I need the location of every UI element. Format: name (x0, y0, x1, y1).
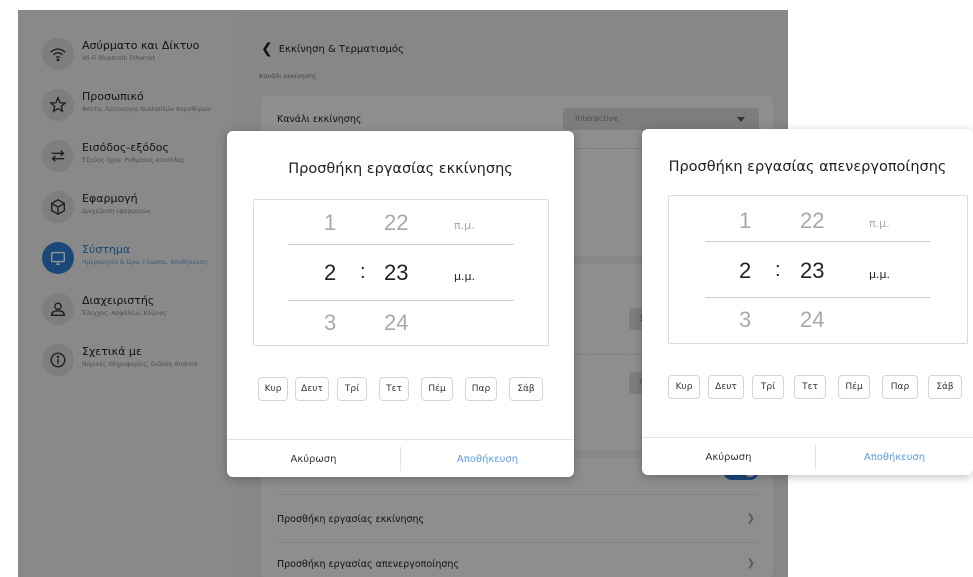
picker-divider (705, 241, 931, 242)
dialog-footer-divider (642, 437, 973, 438)
day-fri-button[interactable]: Παρ (882, 375, 918, 399)
hour-option[interactable]: 1 (739, 208, 751, 234)
day-sat-button[interactable]: Σάβ (509, 377, 543, 401)
cancel-button[interactable]: Ακύρωση (642, 452, 815, 463)
am-option[interactable]: π.μ. (454, 219, 475, 232)
minute-option[interactable]: 22 (384, 210, 408, 236)
minute-selected[interactable]: 23 (800, 258, 824, 284)
save-button[interactable]: Αποθήκευση (401, 454, 574, 465)
am-option[interactable]: π.μ. (869, 217, 890, 230)
hour-selected[interactable]: 2 (739, 258, 751, 284)
picker-divider (288, 300, 514, 301)
hour-selected[interactable]: 2 (324, 260, 336, 286)
dialog-footer-divider (227, 439, 574, 440)
hour-option[interactable]: 1 (324, 210, 336, 236)
day-sun-button[interactable]: Κυρ (258, 377, 288, 401)
minute-option[interactable]: 24 (800, 307, 824, 333)
dialog-title: Προσθήκη εργασίας εκκίνησης (288, 161, 513, 177)
minute-selected[interactable]: 23 (384, 260, 408, 286)
picker-divider (705, 297, 931, 298)
time-picker[interactable]: 1 2 3 : 22 23 24 π.μ. μ.μ. (253, 199, 549, 346)
picker-divider (288, 244, 514, 245)
add-start-task-dialog: Προσθήκη εργασίας εκκίνησης 1 2 3 : 22 2… (227, 131, 574, 477)
day-sun-button[interactable]: Κυρ (668, 375, 700, 399)
cancel-button[interactable]: Ακύρωση (227, 454, 400, 465)
day-thu-button[interactable]: Πέμ (838, 375, 870, 399)
pm-selected[interactable]: μ.μ. (454, 270, 475, 283)
day-wed-button[interactable]: Τετ (794, 375, 826, 399)
time-picker[interactable]: 1 2 3 : 22 23 24 π.μ. μ.μ. (668, 195, 968, 344)
hour-option[interactable]: 3 (324, 310, 336, 336)
day-wed-button[interactable]: Τετ (379, 377, 409, 401)
day-sat-button[interactable]: Σάβ (928, 375, 962, 399)
stage: Ασύρματο και Δίκτυο Wi-Fi Bluetooth Ethe… (0, 0, 973, 577)
day-mon-button[interactable]: Δευτ (295, 377, 329, 401)
save-button[interactable]: Αποθήκευση (816, 452, 973, 463)
day-mon-button[interactable]: Δευτ (708, 375, 744, 399)
add-stop-task-dialog: Προσθήκη εργασίας απενεργοποίησης 1 2 3 … (642, 129, 973, 475)
dialog-title: Προσθήκη εργασίας απενεργοποίησης (668, 159, 947, 175)
day-fri-button[interactable]: Παρ (465, 377, 497, 401)
pm-selected[interactable]: μ.μ. (869, 268, 890, 281)
day-tue-button[interactable]: Τρί (337, 377, 367, 401)
time-colon: : (360, 261, 366, 283)
minute-option[interactable]: 22 (800, 208, 824, 234)
day-tue-button[interactable]: Τρί (752, 375, 784, 399)
time-colon: : (775, 259, 781, 281)
hour-option[interactable]: 3 (739, 307, 751, 333)
day-thu-button[interactable]: Πέμ (421, 377, 453, 401)
minute-option[interactable]: 24 (384, 310, 408, 336)
